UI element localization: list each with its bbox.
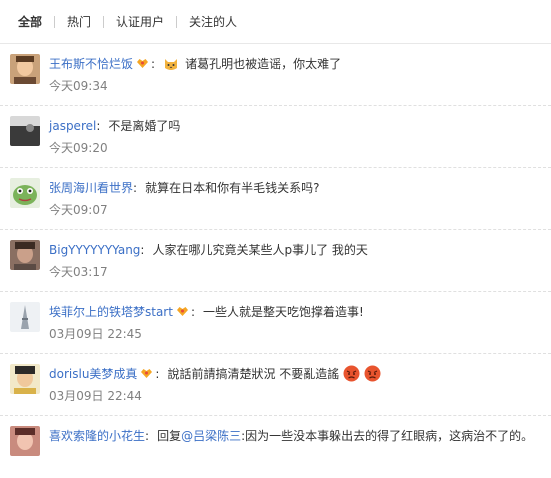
comment-item: dorislu美梦成真 : 說話前請搞清楚狀況 不要亂造謠 03月09日 22:… (0, 354, 551, 416)
colon: : (133, 180, 138, 195)
comment-text: 人家在哪儿究竟关某些人p事儿了 我的天 (152, 243, 368, 257)
reply-prefix: 回复 (157, 429, 182, 443)
comment-text: 不是离婚了吗 (108, 119, 181, 133)
tab-hot[interactable]: 热门 (67, 13, 91, 30)
comment-filter-tabs: 全部 热门 认证用户 关注的人 (0, 0, 551, 44)
avatar[interactable] (10, 178, 40, 208)
avatar[interactable] (10, 54, 40, 84)
comment-text: :因为一些没本事躲出去的得了红眼病，这病治不了的。 (241, 429, 534, 443)
comment-username[interactable]: dorislu美梦成真 (49, 365, 137, 382)
colon: : (190, 304, 195, 319)
comment-item: jasperel : 不是离婚了吗 今天09:20 (0, 106, 551, 168)
comment-item: 喜欢索隆的小花生 : 回复 @吕梁陈三 :因为一些没本事躲出去的得了红眼病，这病… (0, 416, 551, 478)
comment-item: 埃菲尔上的铁塔梦start : 一些人就是整天吃饱撑着造事! 03月09日 22… (0, 292, 551, 354)
comment-username[interactable]: 王布斯不恰烂饭 (49, 55, 133, 72)
tab-divider (54, 15, 56, 28)
comment-username[interactable]: 张周海川看世界 (49, 179, 133, 196)
comment-text: 說話前請搞清楚狀況 不要亂造謠 (167, 367, 340, 381)
avatar[interactable] (10, 364, 40, 394)
comment-username[interactable]: BigYYYYYYYang (49, 243, 140, 257)
tab-verified-users[interactable]: 认证用户 (116, 13, 164, 30)
avatar[interactable] (10, 426, 40, 456)
comment-text: 就算在日本和你有半毛钱关系吗? (145, 181, 320, 195)
comment-list: 王布斯不恰烂饭 : 诸葛孔明也被造谣，你太难了 今天09:34 jasperel… (0, 44, 551, 478)
colon: : (140, 242, 145, 257)
comment-item: 王布斯不恰烂饭 : 诸葛孔明也被造谣，你太难了 今天09:34 (0, 44, 551, 106)
colon: : (145, 428, 150, 443)
angry-emoji-icon (364, 365, 381, 382)
vip-badge-icon (136, 58, 149, 69)
vip-badge-icon (140, 368, 153, 379)
colon: : (151, 56, 156, 71)
comment-text: 诸葛孔明也被造谣，你太难了 (185, 57, 342, 71)
colon: : (155, 366, 160, 381)
comment-time: 今天09:07 (49, 203, 108, 217)
avatar[interactable] (10, 302, 40, 332)
tab-divider (103, 15, 105, 28)
comment-username[interactable]: 埃菲尔上的铁塔梦start (49, 303, 173, 320)
comment-time: 今天03:17 (49, 265, 108, 279)
comment-text: 一些人就是整天吃饱撑着造事! (203, 305, 364, 319)
comment-time: 03月09日 22:44 (49, 389, 142, 403)
angry-emoji-icon (343, 365, 360, 382)
comment-item: 张周海川看世界 : 就算在日本和你有半毛钱关系吗? 今天09:07 (0, 168, 551, 230)
comment-time: 今天09:34 (49, 79, 108, 93)
avatar[interactable] (10, 116, 40, 146)
comment-time: 今天09:20 (49, 141, 108, 155)
comment-item: BigYYYYYYYang : 人家在哪儿究竟关某些人p事儿了 我的天 今天03… (0, 230, 551, 292)
comment-username[interactable]: 喜欢索隆的小花生 (49, 427, 145, 444)
avatar[interactable] (10, 240, 40, 270)
vip-badge-icon (176, 306, 189, 317)
comment-username[interactable]: jasperel (49, 119, 96, 133)
tab-divider (176, 15, 178, 28)
tab-all[interactable]: 全部 (18, 13, 42, 30)
mention-link[interactable]: @吕梁陈三 (181, 427, 241, 444)
colon: : (96, 118, 101, 133)
comment-time: 03月09日 22:45 (49, 327, 142, 341)
tab-following[interactable]: 关注的人 (189, 13, 237, 30)
cat-emoji-icon (163, 56, 179, 72)
